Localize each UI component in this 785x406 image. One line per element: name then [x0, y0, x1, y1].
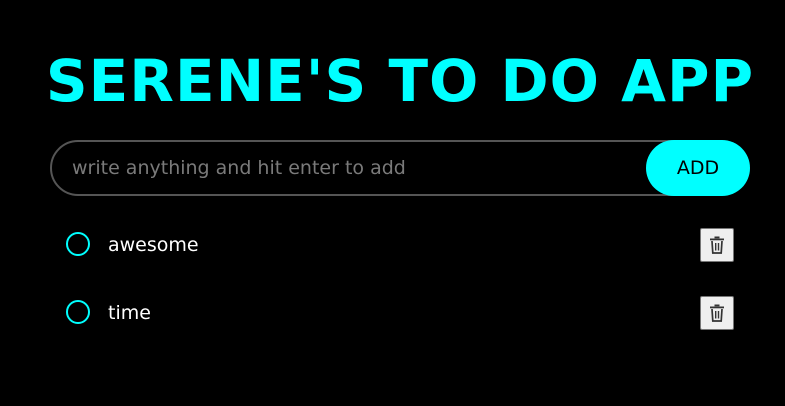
add-button[interactable]: ADD: [646, 140, 750, 196]
complete-checkbox-circle-icon[interactable]: [66, 232, 90, 256]
todo-text: time: [108, 302, 151, 324]
delete-button[interactable]: [700, 228, 734, 262]
todo-text: awesome: [108, 234, 199, 256]
delete-button[interactable]: [700, 296, 734, 330]
page-title: SERENE'S TO DO APP: [45, 47, 755, 115]
complete-checkbox-circle-icon[interactable]: [66, 300, 90, 324]
todo-item: awesome: [66, 228, 734, 264]
add-task-form: ADD: [50, 140, 750, 196]
todo-app: SERENE'S TO DO APP ADD awesome time: [0, 0, 785, 406]
todo-list: awesome time: [66, 228, 734, 364]
trash-icon: [710, 236, 724, 254]
todo-item: time: [66, 296, 734, 332]
trash-icon: [710, 304, 724, 322]
task-input[interactable]: [50, 140, 730, 196]
